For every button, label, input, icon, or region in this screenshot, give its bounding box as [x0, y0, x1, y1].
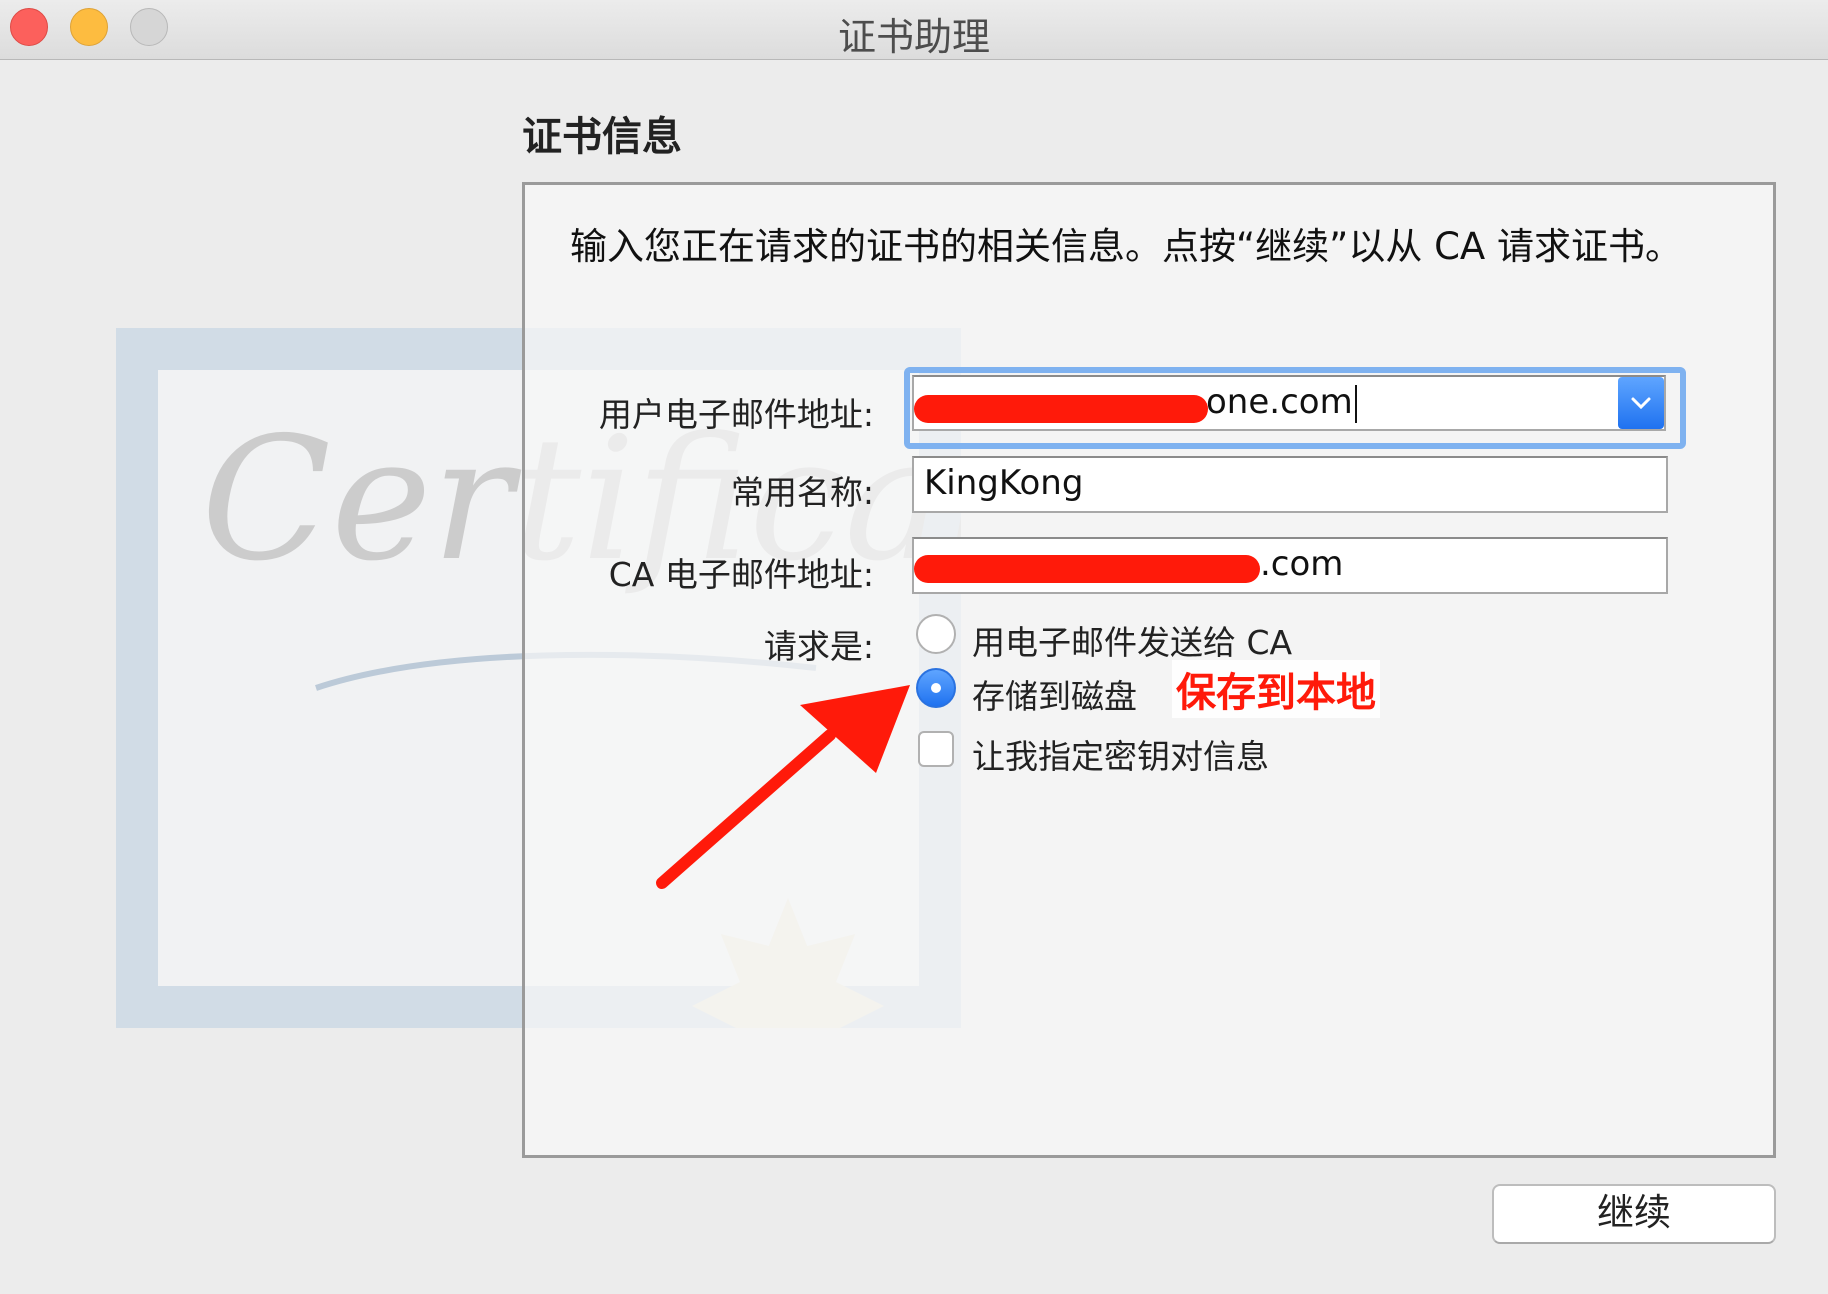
window-title: 证书助理	[837, 15, 990, 59]
common-name-input[interactable]: KingKong	[912, 456, 1668, 513]
ca-email-input[interactable]: .com	[912, 537, 1668, 594]
radio-email-ca[interactable]	[916, 614, 956, 654]
common-name-label: 常用名称:	[730, 473, 874, 512]
user-email-text: one.com	[1206, 382, 1353, 422]
ca-email-text: .com	[1260, 544, 1344, 584]
user-email-value: one.com	[1206, 377, 1357, 427]
option-specify-keypair-label[interactable]: 让我指定密钥对信息	[972, 730, 1269, 778]
redaction-mark	[914, 395, 1208, 423]
section-title: 证书信息	[522, 114, 682, 160]
option-save-disk-label[interactable]: 存储到磁盘	[972, 670, 1137, 718]
instruction-text: 输入您正在请求的证书的相关信息。点按“继续”以从 CA 请求证书。	[570, 225, 1683, 268]
title-bar: 证书助理	[0, 0, 1828, 60]
redaction-mark	[914, 555, 1260, 583]
request-label: 请求是:	[763, 627, 874, 666]
email-dropdown-button[interactable]	[1618, 377, 1664, 429]
radio-save-disk[interactable]	[916, 668, 956, 708]
option-email-ca-label[interactable]: 用电子邮件发送给 CA	[972, 616, 1292, 664]
user-email-label: 用户电子邮件地址:	[598, 395, 874, 434]
annotation-arrow-icon	[656, 685, 910, 889]
user-email-combobox[interactable]: one.com	[912, 375, 1666, 431]
text-caret	[1354, 384, 1357, 423]
continue-button[interactable]: 继续	[1492, 1184, 1776, 1244]
ca-email-label: CA 电子邮件地址:	[608, 555, 874, 594]
annotation-text: 保存到本地	[1172, 660, 1380, 718]
chevron-down-icon	[1631, 397, 1651, 410]
checkbox-specify-keypair[interactable]	[918, 731, 954, 767]
